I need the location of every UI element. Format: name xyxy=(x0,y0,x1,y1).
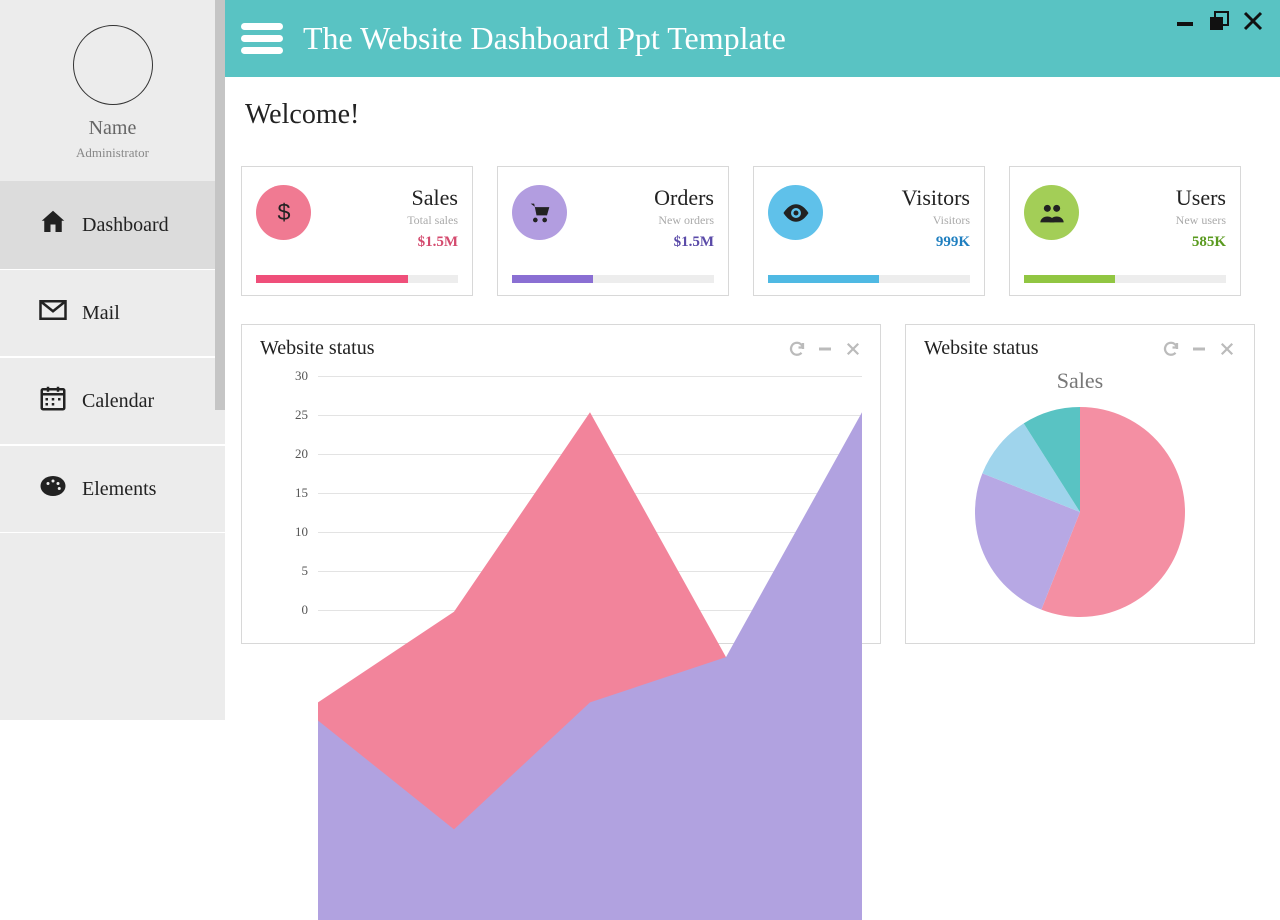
panel-title: Website status xyxy=(924,337,1038,360)
eye-icon xyxy=(768,185,823,240)
panel-title: Website status xyxy=(260,337,374,360)
nav: Dashboard Mail Calendar Elements xyxy=(0,181,225,533)
panel-controls xyxy=(788,340,862,358)
main: The Website Dashboard Ppt Template Welco… xyxy=(225,0,1280,720)
topbar: The Website Dashboard Ppt Template xyxy=(225,0,1280,77)
card-progress xyxy=(512,275,714,283)
sidebar-item-elements[interactable]: Elements xyxy=(0,445,225,533)
pie-chart xyxy=(970,402,1190,622)
sidebar-item-calendar[interactable]: Calendar xyxy=(0,357,225,445)
refresh-icon[interactable] xyxy=(1162,340,1180,358)
card-progress xyxy=(768,275,970,283)
cart-icon xyxy=(512,185,567,240)
panel-area-chart: Website status 302520151050 xyxy=(241,324,881,644)
panels: Website status 302520151050 xyxy=(241,324,1264,644)
sidebar-item-label: Calendar xyxy=(82,390,154,413)
page-title: The Website Dashboard Ppt Template xyxy=(303,20,786,57)
profile-name: Name xyxy=(89,117,137,140)
pie-title: Sales xyxy=(924,368,1236,394)
sidebar-item-label: Dashboard xyxy=(82,214,169,237)
card-progress xyxy=(1024,275,1226,283)
profile-role: Administrator xyxy=(76,145,149,161)
sidebar-item-dashboard[interactable]: Dashboard xyxy=(0,181,225,269)
calendar-icon xyxy=(38,383,68,419)
card-orders[interactable]: Orders New orders $1.5M xyxy=(497,166,729,296)
close-panel-icon[interactable] xyxy=(844,340,862,358)
palette-icon xyxy=(38,471,68,507)
users-icon xyxy=(1024,185,1079,240)
minimize-icon[interactable] xyxy=(1172,8,1198,34)
window-controls xyxy=(1172,8,1266,34)
panel-pie-chart: Website status Sales xyxy=(905,324,1255,644)
card-value: 999K xyxy=(902,234,970,251)
card-sub: New orders xyxy=(654,213,714,228)
card-sub: Total sales xyxy=(407,213,458,228)
card-title: Orders xyxy=(654,185,714,211)
sidebar: Name Administrator Dashboard Mail Cale xyxy=(0,0,225,720)
minimize-panel-icon[interactable] xyxy=(816,340,834,358)
card-sub: New users xyxy=(1176,213,1226,228)
card-value: $1.5M xyxy=(407,234,458,251)
card-progress xyxy=(256,275,458,283)
content: Welcome! $ Sales Total sales $1.5M xyxy=(225,77,1280,720)
mail-icon xyxy=(38,295,68,331)
sidebar-scrollbar[interactable] xyxy=(215,0,225,410)
card-title: Sales xyxy=(407,185,458,211)
sidebar-item-mail[interactable]: Mail xyxy=(0,269,225,357)
profile: Name Administrator xyxy=(0,0,225,181)
svg-text:$: $ xyxy=(277,199,290,225)
area-chart: 302520151050 xyxy=(260,368,862,618)
card-title: Users xyxy=(1176,185,1226,211)
maximize-icon[interactable] xyxy=(1206,8,1232,34)
stat-cards: $ Sales Total sales $1.5M xyxy=(241,166,1264,296)
hamburger-icon[interactable] xyxy=(241,23,283,54)
welcome-heading: Welcome! xyxy=(245,99,1264,131)
minimize-panel-icon[interactable] xyxy=(1190,340,1208,358)
card-sales[interactable]: $ Sales Total sales $1.5M xyxy=(241,166,473,296)
refresh-icon[interactable] xyxy=(788,340,806,358)
panel-controls xyxy=(1162,340,1236,358)
card-visitors[interactable]: Visitors Visitors 999K xyxy=(753,166,985,296)
card-title: Visitors xyxy=(902,185,970,211)
close-panel-icon[interactable] xyxy=(1218,340,1236,358)
close-icon[interactable] xyxy=(1240,8,1266,34)
sidebar-item-label: Elements xyxy=(82,478,156,501)
dollar-icon: $ xyxy=(256,185,311,240)
avatar xyxy=(73,25,153,105)
card-value: 585K xyxy=(1176,234,1226,251)
sidebar-item-label: Mail xyxy=(82,302,120,325)
card-value: $1.5M xyxy=(654,234,714,251)
card-users[interactable]: Users New users 585K xyxy=(1009,166,1241,296)
card-sub: Visitors xyxy=(902,213,970,228)
home-icon xyxy=(38,207,68,243)
